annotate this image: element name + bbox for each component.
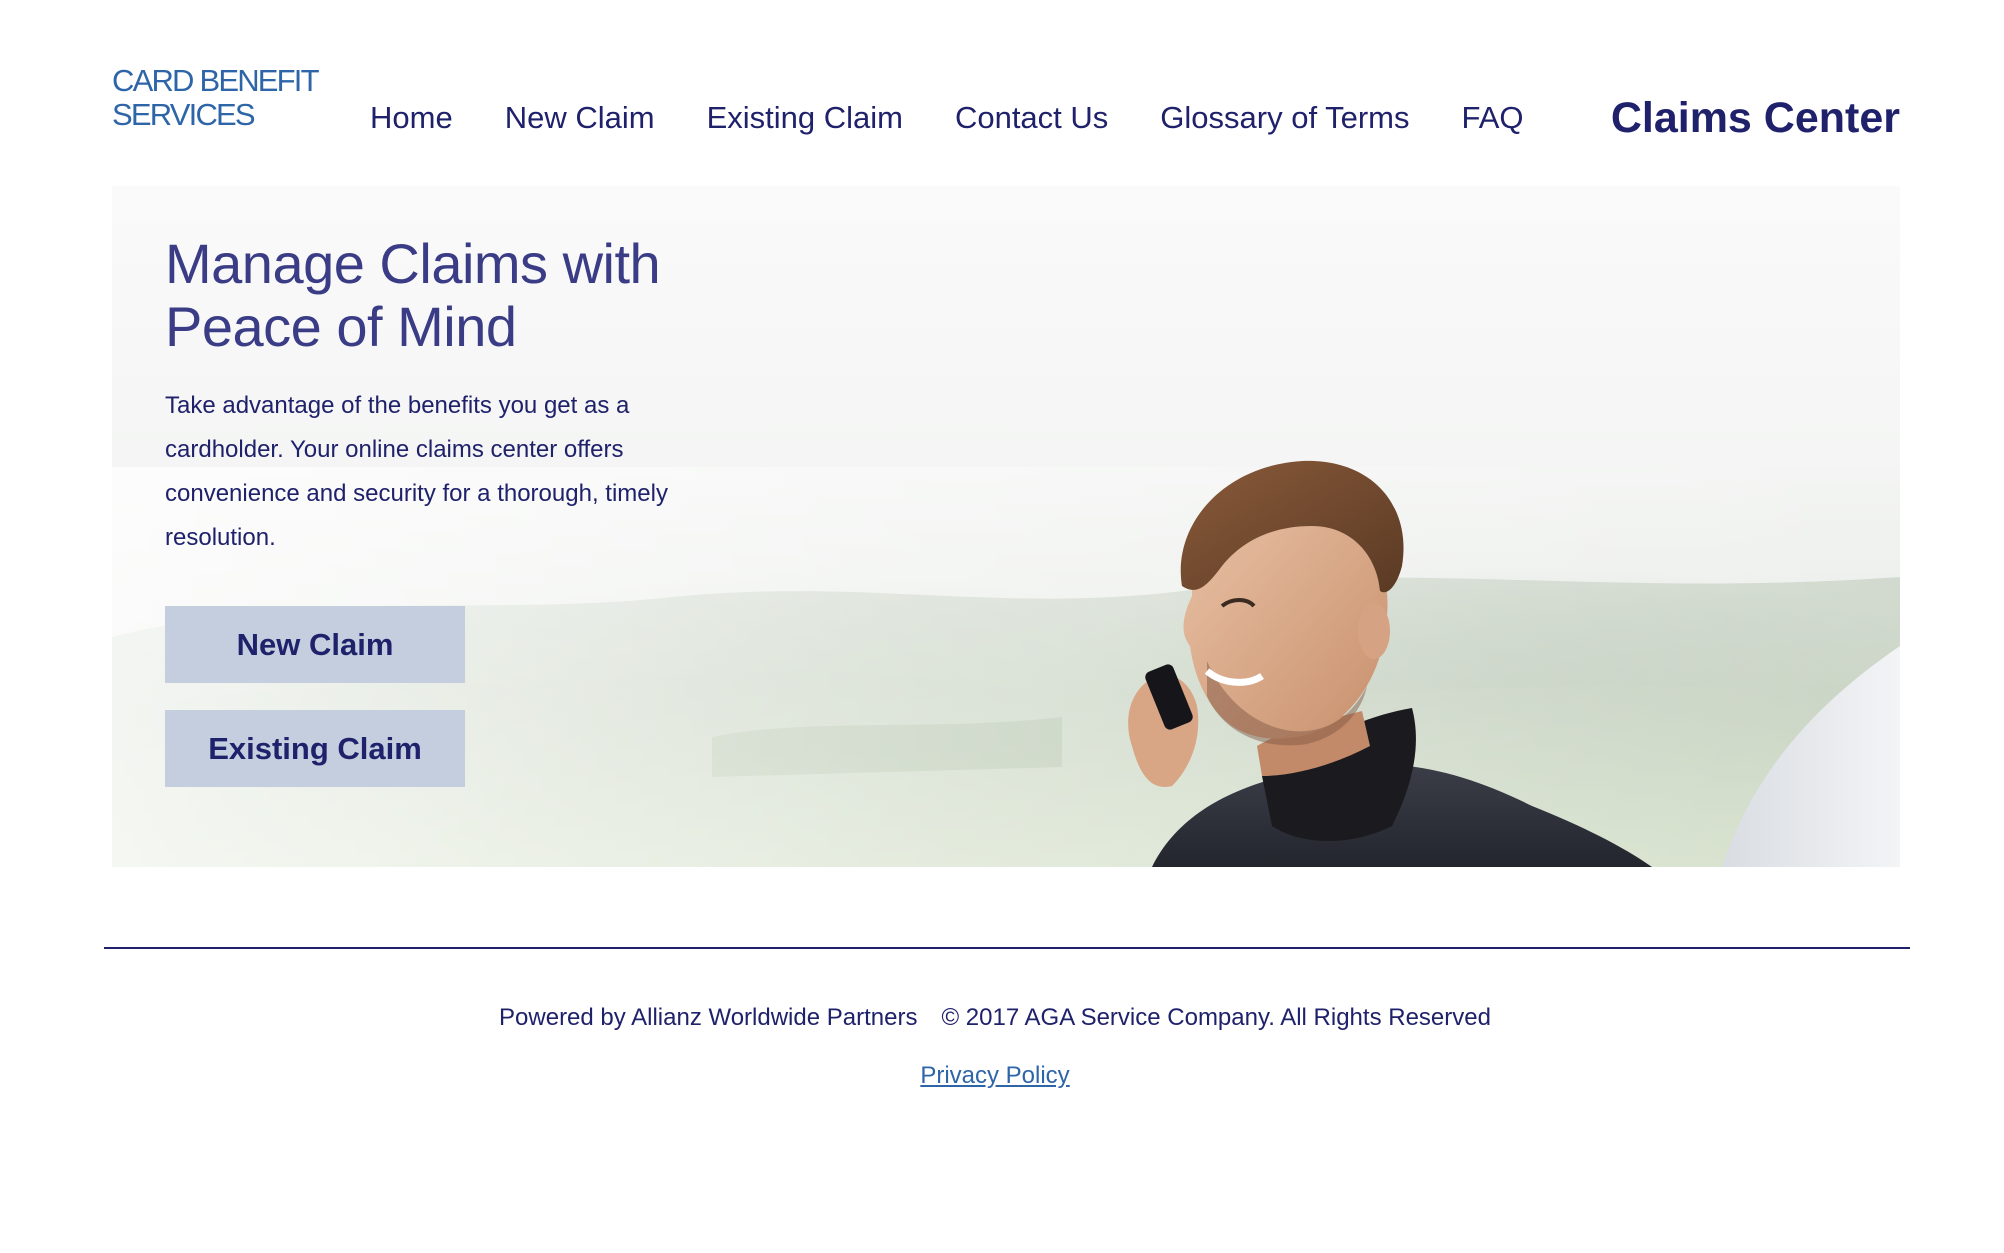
logo-line2: SERVICES	[112, 97, 256, 132]
footer-legal: Powered by Allianz Worldwide Partners © 2…	[0, 1004, 1990, 1032]
claims-center-title: Claims Center	[1610, 94, 1900, 142]
page: CARD BENEFIT SERVICES Home New Claim Exi…	[0, 0, 2004, 1253]
copyright-text: © 2017 AGA Service Company. All Rights R…	[941, 1004, 1491, 1031]
card-benefit-services-logo[interactable]: CARD BENEFIT SERVICES	[112, 64, 322, 132]
new-claim-button[interactable]: New Claim	[165, 606, 465, 683]
hero-banner: Manage Claims with Peace of Mind Take ad…	[112, 186, 1900, 867]
hero-title: Manage Claims with Peace of Mind	[165, 232, 725, 358]
hero-description: Take advantage of the benefits you get a…	[165, 392, 668, 551]
man-on-phone-image	[1128, 460, 1900, 867]
footer-divider	[104, 947, 1910, 949]
nav-existing-claim[interactable]: Existing Claim	[707, 100, 903, 136]
main-nav: Home New Claim Existing Claim Contact Us…	[370, 100, 1576, 136]
hero-title-line2: Peace of Mind	[165, 295, 517, 358]
logo-line1: CARD BENEFIT	[112, 63, 320, 98]
nav-home[interactable]: Home	[370, 100, 453, 136]
nav-faq[interactable]: FAQ	[1462, 100, 1524, 136]
hero-title-line1: Manage Claims with	[165, 232, 661, 295]
existing-claim-button[interactable]: Existing Claim	[165, 710, 465, 787]
privacy-row: Privacy Policy	[0, 1062, 1990, 1090]
nav-glossary-of-terms[interactable]: Glossary of Terms	[1160, 100, 1409, 136]
nav-new-claim[interactable]: New Claim	[505, 100, 655, 136]
site-header: CARD BENEFIT SERVICES Home New Claim Exi…	[112, 60, 1900, 160]
powered-by-text: Powered by Allianz Worldwide Partners	[499, 1004, 918, 1031]
nav-contact-us[interactable]: Contact Us	[955, 100, 1108, 136]
hero-content: Manage Claims with Peace of Mind Take ad…	[165, 232, 725, 787]
privacy-policy-link[interactable]: Privacy Policy	[920, 1062, 1069, 1089]
